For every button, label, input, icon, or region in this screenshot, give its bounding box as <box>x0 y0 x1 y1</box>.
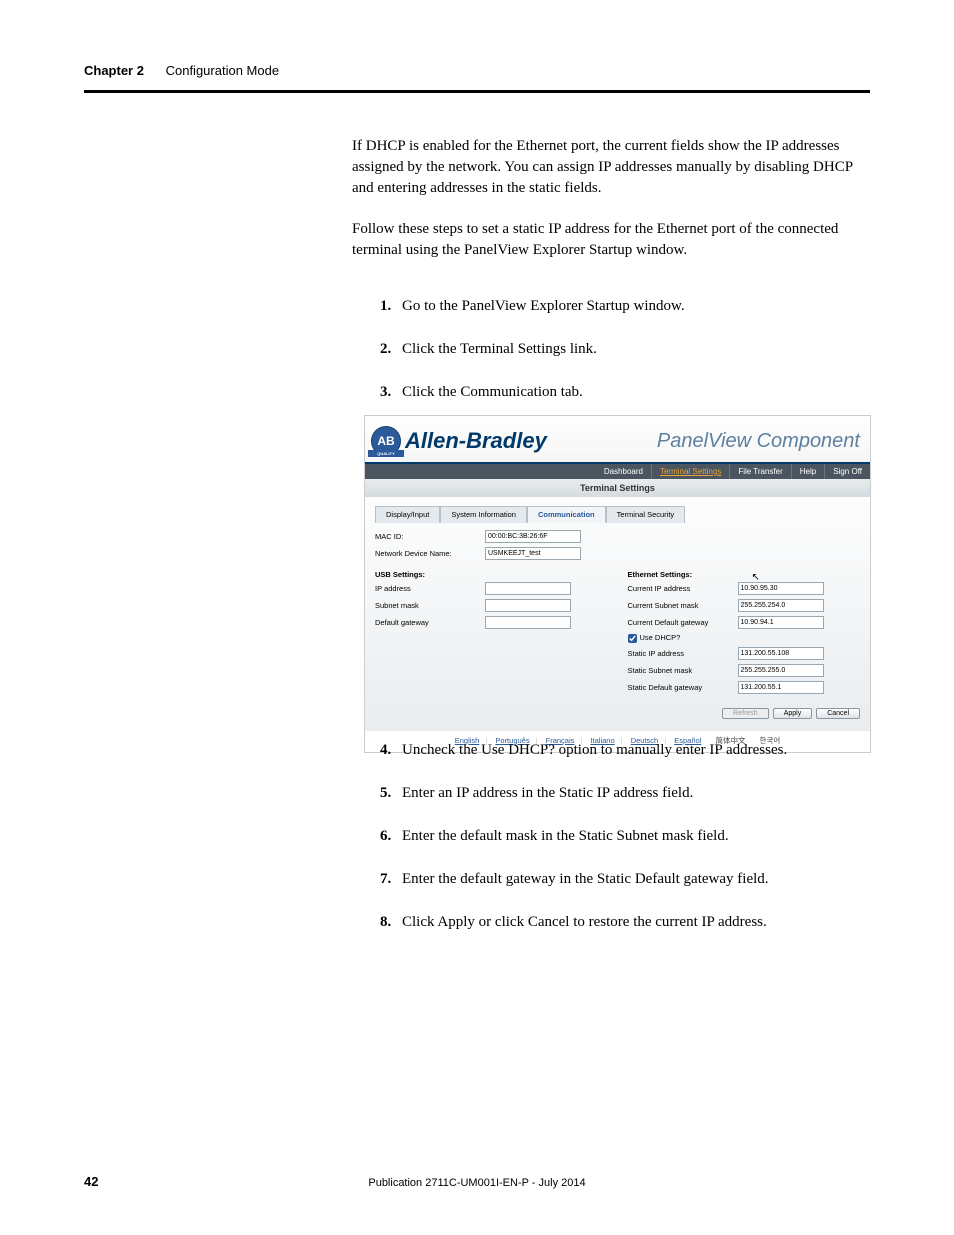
cur-ip-field[interactable] <box>738 582 824 595</box>
use-dhcp-checkbox[interactable] <box>628 634 637 643</box>
chapter-label: Chapter 2 <box>84 63 144 78</box>
top-nav-tabs: Dashboard Terminal Settings File Transfe… <box>365 464 870 479</box>
intro-para-2: Follow these steps to set a static IP ad… <box>352 219 868 261</box>
static-gw-field[interactable] <box>738 681 824 694</box>
step-3: 3.Click the Communication tab. <box>380 382 870 403</box>
ethernet-settings-group: Ethernet Settings: ↖ Current IP address … <box>628 570 861 698</box>
intro-para-1: If DHCP is enabled for the Ethernet port… <box>352 136 868 199</box>
apply-button[interactable]: Apply <box>773 708 813 719</box>
ui-body: Display/Input System Information Communi… <box>365 497 870 731</box>
usb-ip-label: IP address <box>375 584 485 593</box>
button-row: Refresh Apply Cancel <box>375 708 860 719</box>
mac-id-field[interactable] <box>485 530 581 543</box>
step-7: 7.Enter the default gateway in the Stati… <box>380 869 870 890</box>
tab-dashboard[interactable]: Dashboard <box>596 464 651 479</box>
cur-mask-field[interactable] <box>738 599 824 612</box>
steps-list-a: 1.Go to the PanelView Explorer Startup w… <box>380 296 870 425</box>
cur-ip-label: Current IP address <box>628 584 738 593</box>
device-name-label: Network Device Name: <box>375 549 485 558</box>
ab-logo-icon: AB <box>371 426 401 456</box>
sub-tabs: Display/Input System Information Communi… <box>375 505 860 522</box>
static-mask-field[interactable] <box>738 664 824 677</box>
static-mask-label: Static Subnet mask <box>628 666 738 675</box>
page-header: Chapter 2 Configuration Mode <box>84 63 870 78</box>
tab-help[interactable]: Help <box>791 464 824 479</box>
step-6: 6.Enter the default mask in the Static S… <box>380 826 870 847</box>
step-2: 2.Click the Terminal Settings link. <box>380 339 870 360</box>
usb-heading: USB Settings: <box>375 570 608 579</box>
tab-sign-off[interactable]: Sign Off <box>824 464 870 479</box>
eth-heading: Ethernet Settings: <box>628 570 861 579</box>
ui-header: AB Allen-Bradley PanelView Component <box>365 416 870 464</box>
device-name-field[interactable] <box>485 547 581 560</box>
subtab-communication[interactable]: Communication <box>527 506 606 523</box>
usb-mask-field[interactable] <box>485 599 571 612</box>
usb-ip-field[interactable] <box>485 582 571 595</box>
static-gw-label: Static Default gateway <box>628 683 738 692</box>
refresh-button[interactable]: Refresh <box>722 708 769 719</box>
static-ip-label: Static IP address <box>628 649 738 658</box>
subtab-system-info[interactable]: System Information <box>440 506 527 523</box>
subtab-terminal-security[interactable]: Terminal Security <box>606 506 686 523</box>
tab-terminal-settings[interactable]: Terminal Settings <box>651 464 729 479</box>
mac-id-label: MAC ID: <box>375 532 485 541</box>
usb-mask-label: Subnet mask <box>375 601 485 610</box>
cancel-button[interactable]: Cancel <box>816 708 860 719</box>
steps-list-b: 4.Uncheck the Use DHCP? option to manual… <box>380 740 870 955</box>
step-1: 1.Go to the PanelView Explorer Startup w… <box>380 296 870 317</box>
cur-gw-field[interactable] <box>738 616 824 629</box>
dhcp-row: Use DHCP? <box>628 633 738 643</box>
section-title: Configuration Mode <box>166 63 279 78</box>
tab-file-transfer[interactable]: File Transfer <box>729 464 790 479</box>
cur-mask-label: Current Subnet mask <box>628 601 738 610</box>
section-heading: Terminal Settings <box>365 479 870 497</box>
usb-settings-group: USB Settings: IP address Subnet mask Def… <box>375 570 608 698</box>
step-5: 5.Enter an IP address in the Static IP a… <box>380 783 870 804</box>
subtab-display-input[interactable]: Display/Input <box>375 506 440 523</box>
publication-info: Publication 2711C-UM001I-EN-P - July 201… <box>0 1177 954 1189</box>
header-rule <box>84 90 870 93</box>
usb-gw-field[interactable] <box>485 616 571 629</box>
step-4: 4.Uncheck the Use DHCP? option to manual… <box>380 740 870 761</box>
cur-gw-label: Current Default gateway <box>628 618 738 627</box>
brand-area: AB Allen-Bradley <box>371 426 547 456</box>
usb-gw-label: Default gateway <box>375 618 485 627</box>
product-text: PanelView Component <box>657 430 860 453</box>
panelview-explorer-ui: AB Allen-Bradley PanelView Component Das… <box>364 415 871 753</box>
step-8: 8.Click Apply or click Cancel to restore… <box>380 912 870 933</box>
brand-text: Allen-Bradley <box>405 428 547 454</box>
static-ip-field[interactable] <box>738 647 824 660</box>
